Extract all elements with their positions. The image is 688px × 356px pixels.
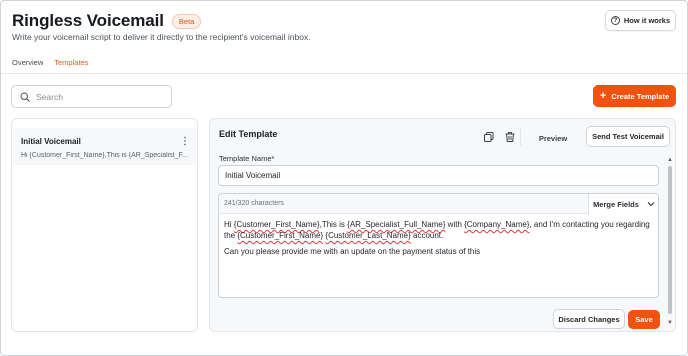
tab-overview[interactable]: Overview [12, 58, 43, 74]
merge-field-customer-first-name: {Customer_First_Name} [237, 231, 324, 240]
merge-field-company-name: {Company_Name} [464, 220, 530, 229]
template-preview: Hi {Customer_First_Name},This is {AR_Spe… [21, 152, 188, 159]
scrollbar-thumb[interactable] [668, 166, 672, 314]
app-window: Ringless Voicemail Beta Write your voice… [0, 0, 688, 356]
template-name-input[interactable]: Initial Voicemail [218, 165, 659, 186]
send-test-voicemail-button[interactable]: Send Test Voicemail [586, 126, 670, 147]
edit-template-title: Edit Template [219, 129, 278, 139]
edit-template-panel: Edit Template Preview Send Test Voicemai… [209, 118, 676, 332]
template-list-panel: Initial Voicemail Hi {Customer_First_Nam… [11, 118, 198, 332]
template-list-item[interactable]: Initial Voicemail Hi {Customer_First_Nam… [13, 128, 196, 165]
kebab-icon[interactable] [183, 136, 187, 146]
plus-icon: + [599, 90, 607, 102]
beta-badge: Beta [171, 13, 202, 29]
preview-button[interactable]: Preview [532, 128, 574, 148]
script-text-area[interactable]: Hi {Customer_First_Name},This is {AR_Spe… [224, 219, 656, 262]
template-name-value: Initial Voicemail [225, 171, 281, 180]
save-button[interactable]: Save [628, 310, 660, 329]
scroll-up-icon[interactable]: ▲ [667, 157, 673, 163]
how-it-works-label: How it works [623, 16, 671, 25]
merge-field-ar-specialist-full-name: {AR_Specialist_Full_Name} [347, 220, 446, 229]
search-box[interactable] [11, 85, 172, 108]
create-template-button[interactable]: + Create Template [593, 85, 676, 107]
copy-icon[interactable] [483, 131, 495, 143]
template-name-label: Template Name* [219, 154, 275, 163]
script-paragraph-2: Can you please provide me with an update… [224, 247, 481, 256]
chevron-down-icon [647, 202, 655, 207]
search-input[interactable] [36, 91, 156, 102]
script-paragraph-1: Hi {Customer_First_Name},This is {AR_Spe… [224, 220, 650, 240]
merge-fields-dropdown[interactable]: Merge Fields [588, 194, 658, 214]
discard-changes-button[interactable]: Discard Changes [553, 309, 625, 329]
tab-templates[interactable]: Templates [54, 58, 89, 74]
template-title: Initial Voicemail [21, 137, 81, 146]
create-template-label: Create Template [611, 91, 670, 101]
scroll-down-icon[interactable]: ▼ [667, 320, 673, 326]
merge-field-customer-first-name: {Customer_First_Name} [233, 220, 320, 229]
page-subtitle: Write your voicemail script to deliver i… [12, 32, 311, 42]
trash-icon[interactable] [504, 131, 516, 143]
script-editor[interactable]: 241/320 characters Merge Fields Hi {Cust… [218, 193, 659, 298]
editor-header: 241/320 characters Merge Fields [219, 194, 658, 214]
toolbar-divider [520, 129, 521, 146]
merge-fields-label: Merge Fields [593, 199, 639, 209]
merge-field-customer-last-name: {Customer_Last_Name} [325, 231, 411, 240]
page-title: Ringless Voicemail [12, 11, 164, 30]
help-icon: ? [610, 16, 620, 25]
panel-scrollbar[interactable]: ▲ ▼ [667, 157, 674, 329]
how-it-works-button[interactable]: ? How it works [605, 10, 676, 31]
search-icon [20, 91, 30, 102]
title-row: Ringless Voicemail Beta [12, 11, 202, 31]
character-count: 241/320 characters [224, 200, 284, 207]
tab-bar: Overview Templates [12, 58, 89, 74]
tabs-divider [1, 73, 687, 74]
